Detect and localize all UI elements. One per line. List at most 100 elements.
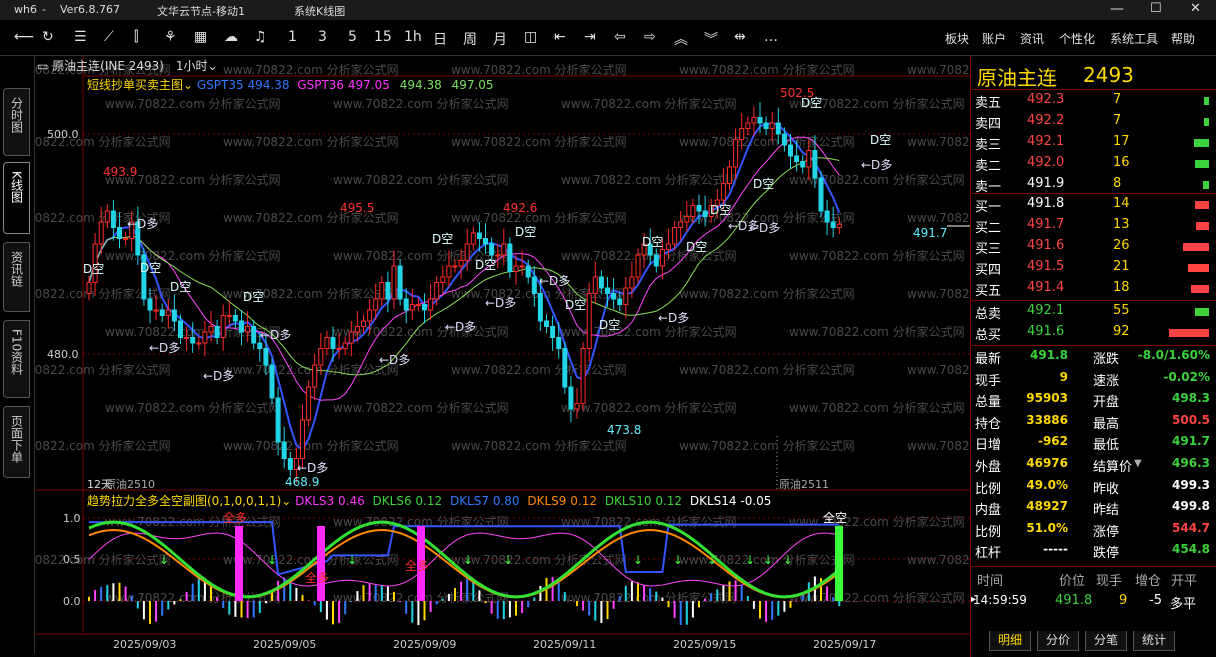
period-1h[interactable]: 1h [404,29,422,45]
ask-4-price[interactable]: 492.2 [1027,113,1064,128]
refresh-icon[interactable]: ↻ [42,29,54,45]
chevron-down-icon[interactable]: ⌄ [207,59,217,73]
expand-icon[interactable]: ⇹ [734,29,746,45]
bell-icon[interactable]: ♫ [254,29,267,45]
histogram-bar [515,601,517,616]
total-sell-price[interactable]: 492.1 [1027,303,1064,318]
histogram-bar [417,601,420,626]
candle-body [483,238,488,245]
bid-2-price[interactable]: 491.7 [1027,217,1064,232]
period-1min[interactable]: 1 [288,29,297,45]
chart-svg[interactable]: www.70822.com 分析家公式网 www.70822.com 分析家公式网… [35,56,970,654]
watermark-text: www.70822.com 分析家公式网 [223,62,399,77]
candle-icon[interactable]: ⫿ [134,29,138,45]
tab-timeshare[interactable]: 分时图 [3,88,30,156]
tab-statistics[interactable]: 统计 [1133,631,1175,651]
minimize-button[interactable]: — [1110,1,1124,17]
maximize-button[interactable]: ☐ [1150,1,1162,16]
cursor-icon[interactable]: ◫ [524,29,537,45]
ask-2-price[interactable]: 492.0 [1027,155,1064,170]
back-arrow-icon[interactable]: ⟵ [14,29,34,45]
period-15min[interactable]: 15 [374,29,392,45]
indicator-name[interactable]: 短线抄单买卖主图 [87,78,183,92]
stat-left-label: 现手 [975,373,1002,389]
tab-order[interactable]: 页面下单 [3,406,30,478]
stat-right-value: -8.0/1.60% [1137,348,1210,362]
long-signal: ←D多 [203,369,234,383]
stat-right-value: 499.3 [1172,477,1210,492]
tab-f10[interactable]: F10资料 [3,320,30,398]
histogram-bar [606,601,609,620]
bid-4-price[interactable]: 491.5 [1027,259,1064,274]
menu-personalize[interactable]: 个性化 [1059,30,1095,47]
zoom-in-icon[interactable]: ⇤ [554,29,566,45]
down-chevron-icon[interactable]: ︾ [704,29,718,49]
symbol-selector[interactable]: ▭ 原油主连(INE 2493) 1小时⌄ [37,57,218,74]
menu-news[interactable]: 资讯 [1020,30,1044,47]
histogram-bar [197,577,200,601]
menu-account[interactable]: 账户 [982,30,1006,47]
up-chevron-icon[interactable]: ︽ [674,29,688,49]
candle-body [251,326,257,344]
bid-3-price[interactable]: 491.6 [1027,238,1064,253]
histogram-bar [155,601,158,622]
candle-body [690,205,696,217]
menu-sector[interactable]: 板块 [945,30,969,47]
down-arrow-icon: ↓ [673,553,683,567]
right-arrow-icon[interactable]: ⇨ [644,29,656,45]
contract-2511: 原油2511 [779,478,829,491]
candle-body [232,315,238,322]
chevron-down-icon[interactable]: ⌄ [281,494,295,508]
indicator-icon[interactable]: ⚘ [164,29,177,45]
settle-dropdown-icon[interactable]: ▼ [1134,458,1142,469]
histogram-bar [716,589,719,601]
bid-1-price[interactable]: 491.8 [1027,196,1064,211]
interval-selector[interactable]: 1小时 [176,59,208,73]
line-chart-icon[interactable]: ⟋ [104,29,114,45]
tab-label: 分时图 [9,97,24,133]
period-day[interactable]: 日 [433,29,447,49]
ask-3-price[interactable]: 492.1 [1027,134,1064,149]
menu-system-tools[interactable]: 系统工具 [1110,30,1158,47]
sub-indicator-name[interactable]: 趋势拉力全多全空副图(0,1,0,0,1,1) [87,494,281,508]
symbol-menu-icon[interactable]: ▭ [37,59,52,73]
watermark-text: www.70822.com 分析家公式网 [907,210,970,225]
sheet-icon[interactable]: ▦ [194,29,207,45]
candle-body [824,210,830,223]
more-icon[interactable]: … [764,29,778,45]
candle-body [245,326,251,333]
left-arrow-icon[interactable]: ⇦ [614,29,626,45]
zoom-out-icon[interactable]: ⇥ [584,29,596,45]
tab-tick-split[interactable]: 分笔 [1085,631,1127,651]
cloud-icon[interactable]: ☁ [224,29,238,45]
period-5min[interactable]: 5 [348,29,357,45]
tab-kline[interactable]: K线图 [3,162,30,234]
stat-left-value: 95903 [1026,391,1068,406]
period-3min[interactable]: 3 [318,29,327,45]
period-week[interactable]: 周 [463,29,477,49]
histogram-bar [490,601,493,614]
candle-body [409,304,415,311]
bid-5-price[interactable]: 491.4 [1027,280,1064,295]
stat-right-value: 498.3 [1172,391,1210,406]
tab-detail[interactable]: 明细 [989,631,1031,651]
candle-body [330,337,336,349]
tab-price-split[interactable]: 分价 [1037,631,1079,651]
bid-5-volume: 18 [1113,280,1130,295]
sub-tick-05: 0.5 [63,553,81,566]
total-sell-volume-bar [1195,308,1209,316]
candle-body [672,227,678,245]
full-signal-tag: 全多 [305,570,329,585]
chart-area[interactable]: www.70822.com 分析家公式网 www.70822.com 分析家公式网… [34,56,970,654]
total-buy-price[interactable]: 491.6 [1027,324,1064,339]
candle-body [470,232,476,245]
ask-1-price[interactable]: 491.9 [1027,176,1064,191]
menu-help[interactable]: 帮助 [1171,30,1195,47]
close-button[interactable]: ✕ [1190,1,1201,16]
ask-1-volume: 8 [1113,176,1122,191]
chevron-down-icon[interactable]: ⌄ [183,78,197,92]
period-month[interactable]: 月 [493,29,507,49]
ask-5-price[interactable]: 492.3 [1027,92,1064,107]
tab-news-chain[interactable]: 资讯链 [3,242,30,312]
list-icon[interactable]: ☰ [74,29,87,45]
